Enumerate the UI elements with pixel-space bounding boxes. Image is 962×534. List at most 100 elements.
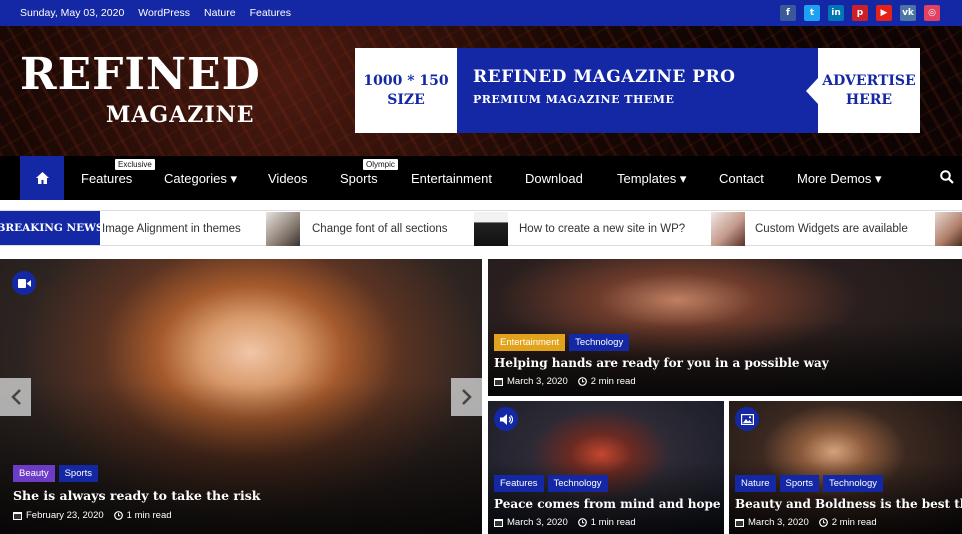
image-overlay xyxy=(729,401,962,534)
home-button[interactable] xyxy=(20,156,64,200)
post-title[interactable]: Helping hands are ready for you in a pos… xyxy=(494,356,829,370)
ticker-item[interactable]: How to create a new site in WP? xyxy=(519,223,685,235)
post-date: March 3, 2020 xyxy=(494,376,568,387)
post-categories: Entertainment Technology xyxy=(494,334,630,351)
vk-icon[interactable]: vk xyxy=(900,5,916,21)
category-tag-technology[interactable]: Technology xyxy=(569,334,630,351)
nav-item-entertainment[interactable]: Entertainment xyxy=(411,171,492,186)
post-date: March 3, 2020 xyxy=(735,517,809,528)
category-tag-nature[interactable]: Nature xyxy=(735,475,776,492)
ticker-thumbnail[interactable] xyxy=(266,212,300,246)
nav-item-download[interactable]: Download xyxy=(525,171,583,186)
post-read-time: 2 min read xyxy=(577,376,636,387)
youtube-icon[interactable]: ▶ xyxy=(876,5,892,21)
category-tag-entertainment[interactable]: Entertainment xyxy=(494,334,566,351)
nav-badge-exclusive: Exclusive xyxy=(115,159,155,170)
nav-item-sports[interactable]: Olympic Sports xyxy=(340,159,398,186)
ad-size-line2: SIZE xyxy=(387,91,425,108)
ticker-item[interactable]: Change font of all sections xyxy=(312,223,448,235)
pinterest-icon[interactable]: p xyxy=(852,5,868,21)
top-link-features[interactable]: Features xyxy=(250,7,291,19)
top-link-wordpress[interactable]: WordPress xyxy=(138,7,190,19)
featured-post-bottom-left[interactable]: Features Technology Peace comes from min… xyxy=(488,401,724,534)
search-button[interactable] xyxy=(940,170,954,187)
clock-icon xyxy=(818,518,828,527)
slider-prev-button[interactable] xyxy=(0,378,31,416)
clock-icon xyxy=(577,518,587,527)
social-links: f t in p ▶ vk ◎ xyxy=(780,5,940,21)
calendar-icon xyxy=(494,378,503,386)
image-icon xyxy=(740,413,754,425)
post-read-time: 1 min read xyxy=(577,517,636,528)
nav-item-features[interactable]: Exclusive Features xyxy=(81,159,155,186)
calendar-icon xyxy=(735,519,744,527)
nav-item-templates[interactable]: Templates ▾ xyxy=(617,171,686,187)
ticker-thumbnail[interactable] xyxy=(474,212,508,246)
post-read-time: 1 min read xyxy=(113,510,172,521)
linkedin-icon[interactable]: in xyxy=(828,5,844,21)
nav-label: Sports xyxy=(340,171,378,186)
ticker-item[interactable]: Image Alignment in themes xyxy=(102,223,241,235)
facebook-icon[interactable]: f xyxy=(780,5,796,21)
post-read-time-text: 1 min read xyxy=(590,517,636,528)
slider-next-button[interactable] xyxy=(451,378,482,416)
post-meta: March 3, 2020 2 min read xyxy=(735,517,877,528)
post-categories: Nature Sports Technology xyxy=(735,475,884,492)
category-tag-features[interactable]: Features xyxy=(494,475,544,492)
ad-cta-box: ADVERTISE HERE xyxy=(806,48,920,133)
category-tag-technology[interactable]: Technology xyxy=(822,475,884,492)
ad-cta-line1: ADVERTISE xyxy=(822,72,916,89)
nav-item-contact[interactable]: Contact xyxy=(719,171,764,186)
ad-size-line1: 1000 * 150 xyxy=(363,72,449,89)
post-read-time-text: 2 min read xyxy=(590,376,636,387)
post-read-time-text: 2 min read xyxy=(831,517,877,528)
post-title[interactable]: She is always ready to take the risk xyxy=(13,488,260,503)
calendar-icon xyxy=(494,519,503,527)
ad-subtitle: PREMIUM MAGAZINE THEME xyxy=(473,93,675,106)
category-tag-beauty[interactable]: Beauty xyxy=(13,465,55,482)
ad-cta-line2: HERE xyxy=(845,91,893,108)
category-tag-technology[interactable]: Technology xyxy=(547,475,608,492)
post-date: February 23, 2020 xyxy=(13,510,104,521)
post-date-text: February 23, 2020 xyxy=(26,510,104,521)
post-title[interactable]: Peace comes from mind and hope xyxy=(494,497,721,511)
search-icon xyxy=(940,170,954,184)
nav-item-categories[interactable]: Categories ▾ xyxy=(164,171,237,187)
site-logo-subtitle[interactable]: MAGAZINE xyxy=(106,102,255,128)
ad-title: REFINED MAGAZINE PRO xyxy=(473,67,736,87)
current-date: Sunday, May 03, 2020 xyxy=(20,7,125,19)
featured-post-bottom-right[interactable]: Nature Sports Technology Beauty and Bold… xyxy=(729,401,962,534)
category-tag-sports[interactable]: Sports xyxy=(779,475,819,492)
nav-item-videos[interactable]: Videos xyxy=(268,171,308,186)
ticker-item[interactable]: Custom Widgets are available xyxy=(755,223,908,235)
clock-icon xyxy=(113,511,123,520)
featured-post-top[interactable]: Entertainment Technology Helping hands a… xyxy=(488,259,962,396)
nav-label: Features xyxy=(81,171,133,186)
image-overlay xyxy=(488,401,724,534)
post-read-time: 2 min read xyxy=(818,517,877,528)
breaking-news-ticker: BREAKING NEWS Image Alignment in themes … xyxy=(0,210,962,246)
advertisement-banner[interactable]: 1000 * 150 SIZE REFINED MAGAZINE PRO PRE… xyxy=(355,48,920,133)
calendar-icon xyxy=(13,512,22,520)
ad-size-box: 1000 * 150 SIZE xyxy=(355,48,457,133)
chevron-right-icon xyxy=(461,389,472,405)
post-format-badge xyxy=(12,271,36,295)
site-logo-title[interactable]: REFINED xyxy=(20,50,261,100)
post-format-badge xyxy=(494,407,518,431)
audio-icon xyxy=(499,413,513,425)
twitter-icon[interactable]: t xyxy=(804,5,820,21)
ticker-thumbnail[interactable] xyxy=(935,212,962,246)
top-bar: Sunday, May 03, 2020 WordPress Nature Fe… xyxy=(0,0,962,26)
instagram-icon[interactable]: ◎ xyxy=(924,5,940,21)
top-link-nature[interactable]: Nature xyxy=(204,7,236,19)
post-meta: March 3, 2020 2 min read xyxy=(494,376,636,387)
featured-post-main[interactable]: Beauty Sports She is always ready to tak… xyxy=(0,259,482,534)
post-format-badge xyxy=(735,407,759,431)
ticker-thumbnail[interactable] xyxy=(711,212,745,246)
video-icon xyxy=(17,278,31,288)
post-read-time-text: 1 min read xyxy=(126,510,172,521)
category-tag-sports[interactable]: Sports xyxy=(58,465,99,482)
nav-item-more-demos[interactable]: More Demos ▾ xyxy=(797,171,882,187)
home-icon xyxy=(35,172,49,184)
post-title[interactable]: Beauty and Boldness is the best thing to… xyxy=(735,497,962,511)
